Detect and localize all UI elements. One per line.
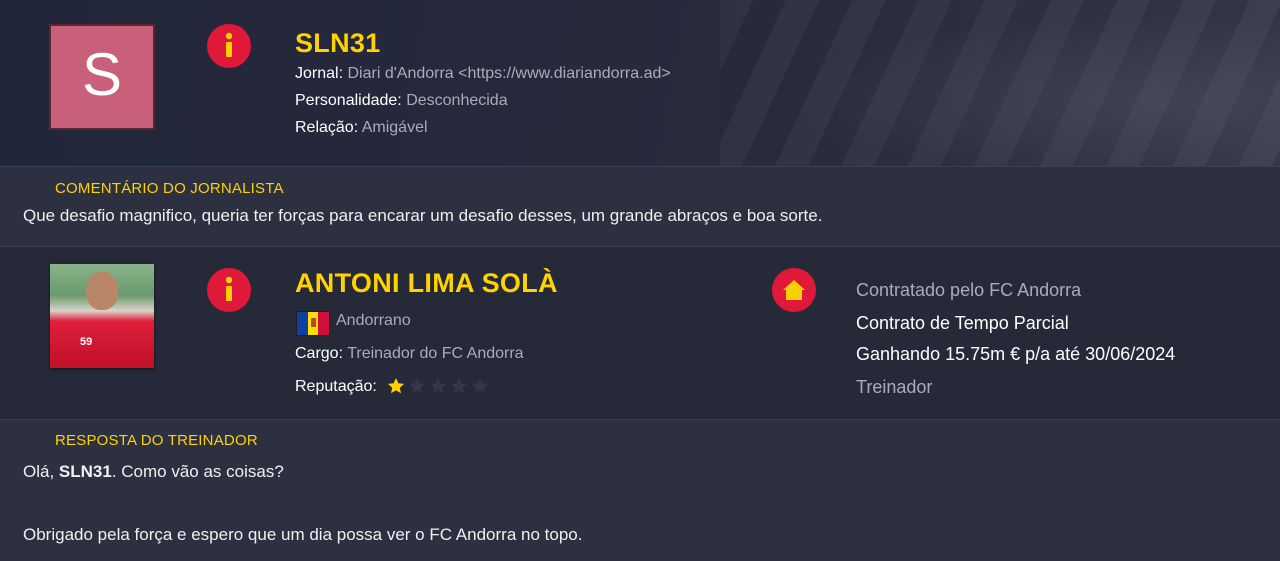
nationality-value[interactable]: Andorrano [336, 312, 411, 329]
contract-position: Treinador [856, 377, 933, 397]
newspaper-label: Jornal: [295, 65, 344, 82]
contract-type: Contrato de Tempo Parcial [856, 313, 1069, 333]
star-empty-icon [472, 378, 488, 394]
coach-photo-shirt-text: 59 [80, 336, 93, 348]
reply-greeting-pre: Olá, [23, 462, 59, 481]
journalist-header [0, 0, 1280, 167]
coach-name[interactable]: ANTONI LIMA SOLÀ [295, 268, 558, 299]
journalist-name[interactable]: SLN31 [295, 28, 381, 59]
coach-photo[interactable]: 59 [50, 264, 154, 368]
reply-text: Obrigado pela força e espero que um dia … [23, 525, 583, 544]
contract-hired: Contratado pelo FC Andorra [856, 280, 1082, 300]
role-value[interactable]: Treinador do FC Andorra [347, 345, 523, 362]
personality-value: Desconhecida [406, 92, 508, 109]
star-empty-icon [409, 378, 425, 394]
newspaper-value[interactable]: Diari d'Andorra <https://www.diariandorr… [347, 65, 670, 82]
comment-label: COMENTÁRIO DO JORNALISTA [55, 180, 284, 197]
reputation-label: Reputação: [295, 378, 377, 395]
header-background-image [720, 0, 1280, 166]
contract-salary: Ganhando 15.75m € p/a até 30/06/2024 [856, 344, 1176, 364]
role-row: Cargo: Treinador do FC Andorra [295, 345, 524, 363]
info-icon[interactable] [207, 24, 251, 68]
reputation-row: Reputação: [295, 378, 377, 396]
reputation-stars [387, 377, 489, 395]
personality-label: Personalidade: [295, 92, 402, 109]
avatar-letter: S [81, 41, 123, 108]
journalist-avatar[interactable]: S [49, 24, 155, 130]
relation-row: Relação: Amigável [295, 119, 428, 137]
coach-photo-head [86, 272, 118, 310]
reply-greeting-post: . Como vão as coisas? [111, 462, 284, 481]
reply-label: RESPOSTA DO TREINADOR [55, 432, 258, 449]
role-label: Cargo: [295, 345, 344, 362]
nationality-row: Andorrano [336, 312, 411, 330]
coach-panel [0, 247, 1280, 420]
andorra-flag-icon [296, 311, 330, 336]
reply-greeting-name: SLN31 [58, 462, 112, 481]
home-icon[interactable] [772, 268, 816, 312]
star-empty-icon [430, 378, 446, 394]
star-filled-icon [388, 378, 404, 394]
star-empty-icon [451, 378, 467, 394]
relation-label: Relação: [295, 119, 359, 136]
relation-value: Amigável [361, 119, 428, 136]
comment-text: Que desafio magnifico, queria ter forças… [23, 206, 823, 225]
reply-greeting: Olá, SLN31. Como vão as coisas? [23, 462, 284, 482]
coach-info-icon[interactable] [207, 268, 251, 312]
newspaper-row: Jornal: Diari d'Andorra <https://www.dia… [295, 65, 671, 83]
personality-row: Personalidade: Desconhecida [295, 92, 508, 110]
